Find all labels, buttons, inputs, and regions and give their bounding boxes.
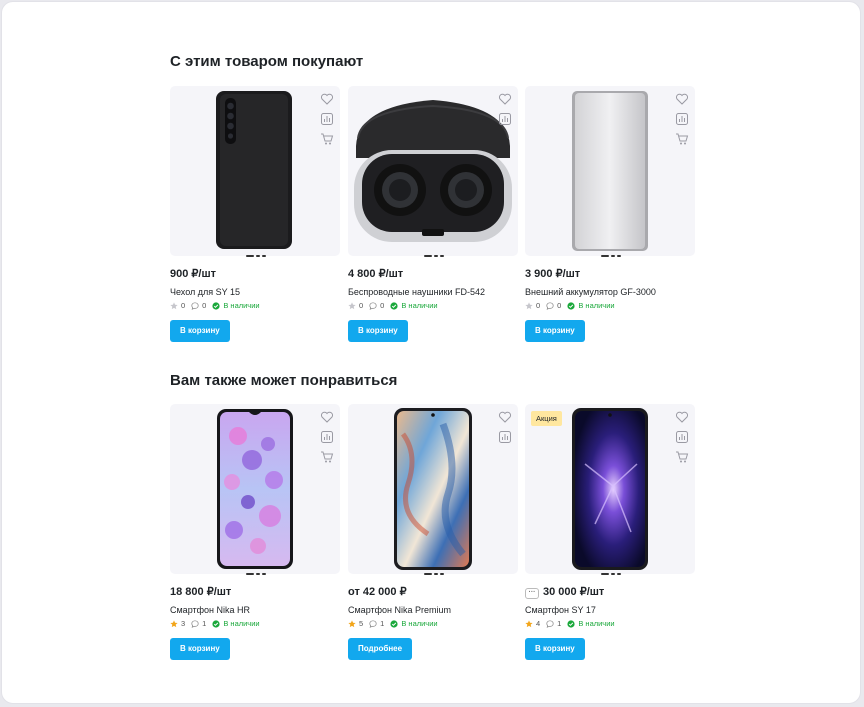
favorite-heart-icon[interactable] xyxy=(675,410,689,424)
image-pagination-dots[interactable] xyxy=(246,573,266,575)
product-price: 4 800 ₽/шт xyxy=(348,268,404,280)
reviews-count: 0 xyxy=(202,301,207,310)
price-value: 30 000 ₽/шт xyxy=(543,586,605,598)
check-circle-icon xyxy=(567,619,575,628)
stock-status: В наличии xyxy=(578,619,615,628)
product-name[interactable]: Чехол для SY 15 xyxy=(170,287,240,297)
reviews-count: 1 xyxy=(380,619,385,628)
details-button[interactable]: Подробнее xyxy=(348,638,413,660)
section-title-bought-together: С этим товаром покупают xyxy=(170,53,364,70)
smartphone-image xyxy=(572,408,648,570)
stock-status: В наличии xyxy=(223,619,260,628)
favorite-heart-icon[interactable] xyxy=(320,410,334,424)
product-image[interactable] xyxy=(170,404,340,574)
product-price: ··· 30 000 ₽/шт xyxy=(525,585,604,599)
compare-chart-icon[interactable] xyxy=(498,430,512,444)
compare-chart-icon[interactable] xyxy=(675,112,689,126)
favorite-heart-icon[interactable] xyxy=(320,92,334,106)
phone-case-image xyxy=(216,91,292,249)
rating-value: 5 xyxy=(359,619,364,628)
stock-status: В наличии xyxy=(401,619,438,628)
product-image[interactable]: Акция xyxy=(525,404,695,574)
product-meta: 0 0 В наличии xyxy=(170,301,260,310)
image-pagination-dots[interactable] xyxy=(246,255,266,257)
comment-icon xyxy=(546,301,554,310)
favorite-heart-icon[interactable] xyxy=(675,92,689,106)
check-circle-icon xyxy=(212,619,220,628)
add-to-cart-button[interactable]: В корзину xyxy=(348,320,408,342)
stock-status: В наличии xyxy=(223,301,260,310)
reviews-count: 1 xyxy=(202,619,207,628)
add-to-cart-icon[interactable] xyxy=(320,450,334,464)
add-to-cart-icon[interactable] xyxy=(320,132,334,146)
product-name[interactable]: Смартфон Nika Premium xyxy=(348,605,451,615)
product-name[interactable]: Беспроводные наушники FD-542 xyxy=(348,287,485,297)
star-icon xyxy=(525,301,533,309)
product-image[interactable] xyxy=(348,86,518,256)
product-price: от 42 000 ₽ xyxy=(348,586,407,598)
smartphone-image xyxy=(217,409,293,569)
rating-value: 0 xyxy=(181,301,186,310)
product-price: 18 800 ₽/шт xyxy=(170,586,232,598)
reviews-count: 0 xyxy=(557,301,562,310)
reviews-count: 0 xyxy=(380,301,385,310)
rating-value: 0 xyxy=(536,301,541,310)
compare-chart-icon[interactable] xyxy=(320,112,334,126)
product-name[interactable]: Внешний аккумулятор GF-3000 xyxy=(525,287,656,297)
rating-value: 3 xyxy=(181,619,186,628)
add-to-cart-icon[interactable] xyxy=(675,132,689,146)
image-pagination-dots[interactable] xyxy=(601,255,621,257)
add-to-cart-button[interactable]: В корзину xyxy=(525,320,585,342)
favorite-heart-icon[interactable] xyxy=(498,410,512,424)
comment-icon xyxy=(546,619,554,628)
star-icon xyxy=(525,619,533,627)
check-circle-icon xyxy=(390,301,398,310)
star-icon xyxy=(170,301,178,309)
image-pagination-dots[interactable] xyxy=(424,573,444,575)
add-to-cart-button[interactable]: В корзину xyxy=(170,320,230,342)
product-price: 3 900 ₽/шт xyxy=(525,268,581,280)
star-icon xyxy=(170,619,178,627)
compare-chart-icon[interactable] xyxy=(320,430,334,444)
product-meta: 4 1 В наличии xyxy=(525,619,615,628)
power-bank-image xyxy=(572,91,648,251)
compare-chart-icon[interactable] xyxy=(498,112,512,126)
stock-status: В наличии xyxy=(401,301,438,310)
smartphone-image xyxy=(394,408,472,570)
promo-badge: Акция xyxy=(531,411,562,426)
check-circle-icon xyxy=(390,619,398,628)
reviews-count: 1 xyxy=(557,619,562,628)
product-name[interactable]: Смартфон SY 17 xyxy=(525,605,596,615)
product-image[interactable] xyxy=(525,86,695,256)
comment-icon xyxy=(369,301,377,310)
product-name[interactable]: Смартфон Nika HR xyxy=(170,605,250,615)
ellipsis-icon[interactable]: ··· xyxy=(525,588,539,599)
section-title-recommended: Вам также может понравиться xyxy=(170,372,398,389)
image-pagination-dots[interactable] xyxy=(424,255,444,257)
rating-value: 0 xyxy=(359,301,364,310)
product-image[interactable] xyxy=(170,86,340,256)
product-meta: 0 0 В наличии xyxy=(348,301,438,310)
rating-value: 4 xyxy=(536,619,541,628)
product-meta: 3 1 В наличии xyxy=(170,619,260,628)
star-icon xyxy=(348,301,356,309)
image-pagination-dots[interactable] xyxy=(601,573,621,575)
star-icon xyxy=(348,619,356,627)
comment-icon xyxy=(369,619,377,628)
product-meta: 5 1 В наличии xyxy=(348,619,438,628)
add-to-cart-icon[interactable] xyxy=(675,450,689,464)
product-meta: 0 0 В наличии xyxy=(525,301,615,310)
add-to-cart-button[interactable]: В корзину xyxy=(170,638,230,660)
check-circle-icon xyxy=(212,301,220,310)
product-image[interactable] xyxy=(348,404,518,574)
favorite-heart-icon[interactable] xyxy=(498,92,512,106)
check-circle-icon xyxy=(567,301,575,310)
comment-icon xyxy=(191,619,199,628)
compare-chart-icon[interactable] xyxy=(675,430,689,444)
earbuds-image xyxy=(354,100,512,242)
stock-status: В наличии xyxy=(578,301,615,310)
product-price: 900 ₽/шт xyxy=(170,268,217,280)
add-to-cart-button[interactable]: В корзину xyxy=(525,638,585,660)
comment-icon xyxy=(191,301,199,310)
